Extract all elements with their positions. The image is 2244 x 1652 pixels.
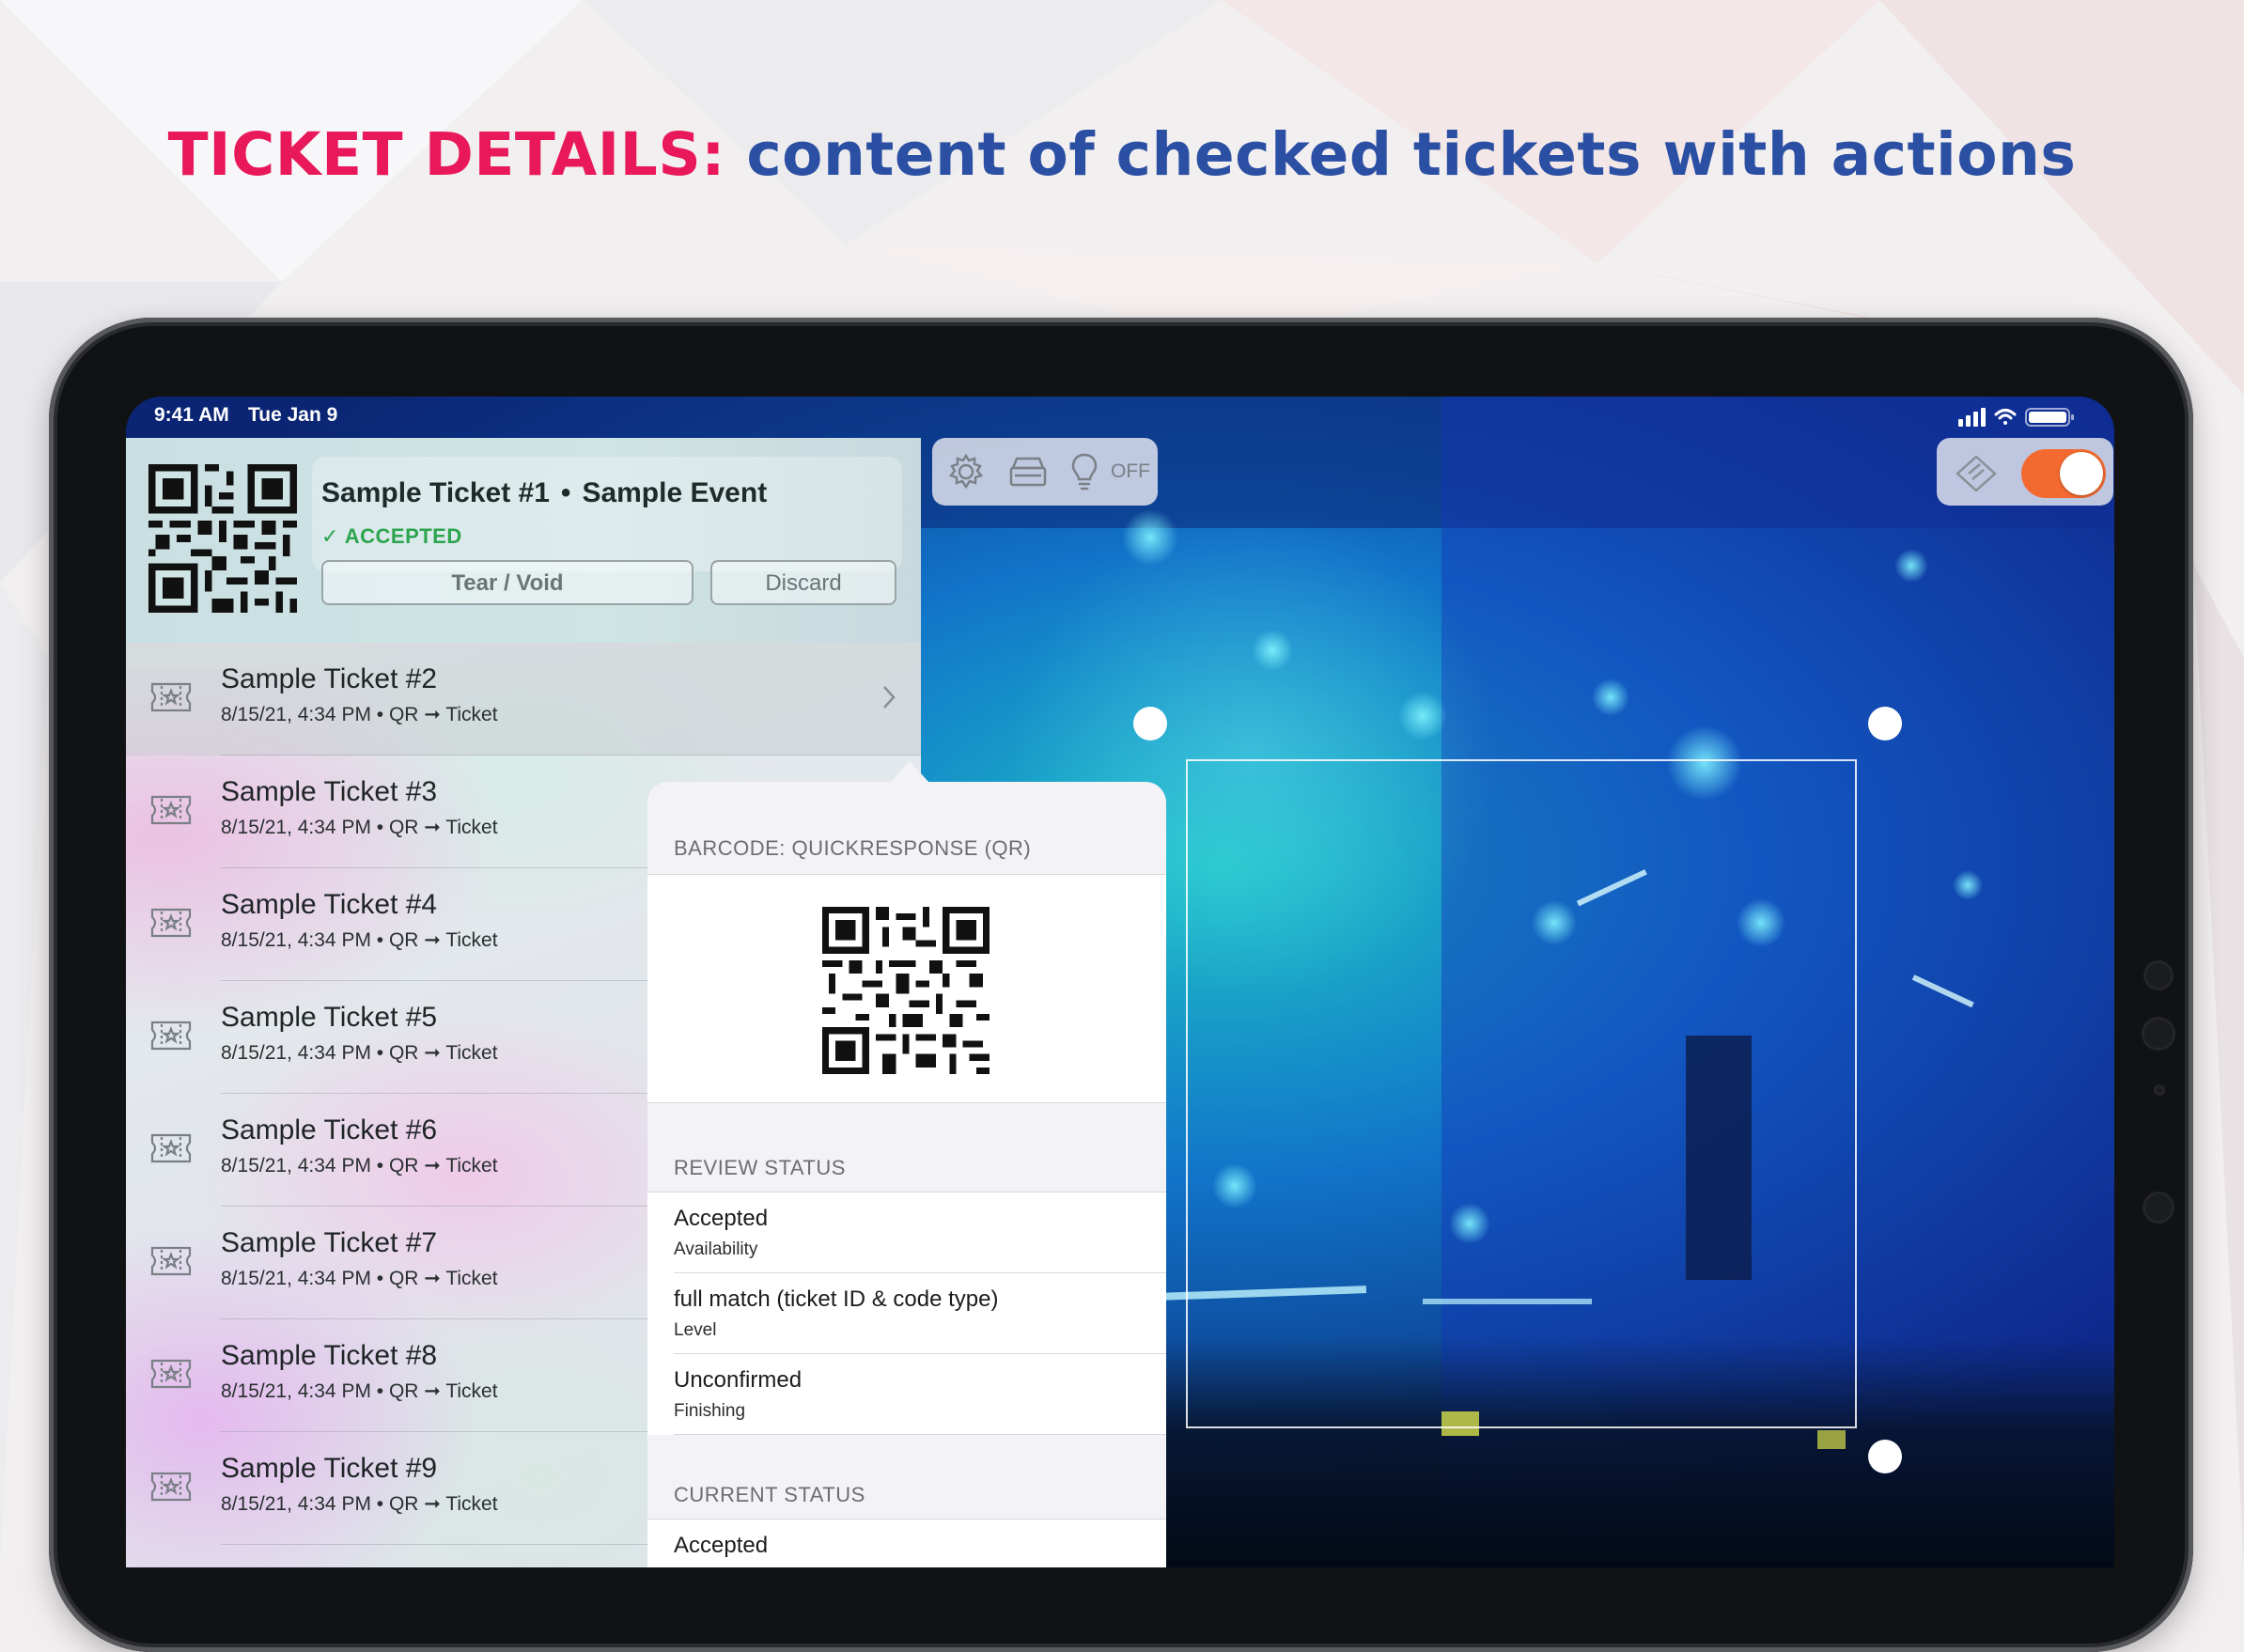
- camera-dot-icon: [2143, 960, 2174, 990]
- ticket-icon: [150, 908, 192, 938]
- battery-icon: [2025, 408, 2074, 427]
- ticket-qr-code: [148, 464, 297, 613]
- ticket-icon: [150, 1472, 192, 1502]
- ticket-title: Sample Ticket #8: [221, 1340, 438, 1371]
- status-cell: Accepted Availability: [647, 1192, 1166, 1273]
- status-label: Availability: [674, 1239, 758, 1259]
- lightbulb-icon[interactable]: [1064, 451, 1105, 492]
- status-cell: full match (ticket ID & code type) Level: [647, 1273, 1166, 1354]
- current-ticket-title: Sample Ticket #1 • Sample Event: [321, 477, 767, 509]
- review-status-list: Accepted Availability full match (ticket I…: [647, 1192, 1166, 1435]
- wifi-icon: [1994, 409, 2017, 425]
- headline-text: content of checked tickets with actions: [746, 120, 2077, 189]
- camera-toolbar: OFF: [932, 438, 1158, 506]
- ticket-icon: [150, 795, 192, 825]
- popover-arrow: [889, 761, 930, 784]
- cell-separator: [674, 1434, 1166, 1435]
- ticket-title: Sample Ticket #2: [221, 663, 438, 694]
- accepted-status: ✓ ACCEPTED: [321, 524, 462, 548]
- status-label: Level: [674, 1320, 717, 1340]
- barcode-header: BARCODE: QUICKRESPONSE (QR): [674, 836, 1032, 860]
- ticket-details-popover: BARCODE: QUICKRESPONSE (QR) REVIEW STATU…: [647, 782, 1166, 1567]
- toggle-knob: [2060, 452, 2103, 495]
- scan-handle-top-right[interactable]: [1868, 707, 1902, 740]
- barcode-section: [647, 874, 1166, 1103]
- ticket-icon: [150, 1133, 192, 1163]
- ticket-subtitle: 8/15/21, 4:34 PM • QR ➞ Ticket: [221, 704, 498, 725]
- ticket-subtitle: 8/15/21, 4:34 PM • QR ➞ Ticket: [221, 1268, 498, 1289]
- current-status-list: AcceptedAvailability: [647, 1519, 1166, 1567]
- gear-icon[interactable]: [945, 451, 987, 492]
- status-value: Accepted: [674, 1206, 769, 1231]
- headline-prefix: TICKET DETAILS:: [167, 120, 725, 189]
- status-label: Finishing: [674, 1401, 746, 1421]
- ticket-icon: [150, 682, 192, 712]
- camera-ring-icon: [2143, 1192, 2174, 1223]
- camera-lens-icon: [2142, 1017, 2175, 1051]
- status-value: Accepted: [674, 1533, 769, 1558]
- tear-void-button[interactable]: Tear / Void: [321, 560, 693, 605]
- discard-button[interactable]: Discard: [710, 560, 896, 605]
- scan-handle-bottom-right[interactable]: [1868, 1440, 1902, 1473]
- ticket-title: Sample Ticket #6: [221, 1114, 438, 1145]
- current-ticket-card: Sample Ticket #1 • Sample Event ✓ ACCEPTED…: [126, 438, 921, 643]
- current-event-name: Sample Event: [582, 477, 768, 508]
- status-value: full match (ticket ID & code type): [674, 1286, 999, 1312]
- ticket-icon: [150, 1246, 192, 1276]
- ticket-title: Sample Ticket #4: [221, 889, 438, 920]
- barcode-qr-code: [822, 907, 990, 1074]
- printer-icon[interactable]: [1007, 451, 1049, 492]
- ticket-subtitle: 8/15/21, 4:34 PM • QR ➞ Ticket: [221, 1042, 498, 1064]
- mode-toggle-switch[interactable]: [2021, 449, 2106, 498]
- ticket-title: Sample Ticket #7: [221, 1227, 438, 1258]
- title-separator: •: [560, 477, 571, 508]
- ticket-icon: [150, 1359, 192, 1389]
- ticket-subtitle: 8/15/21, 4:34 PM • QR ➞ Ticket: [221, 1155, 498, 1177]
- sensor-dot-icon: [2154, 1084, 2165, 1096]
- current-ticket-info: Sample Ticket #1 • Sample Event ✓ ACCEPTED: [312, 457, 902, 571]
- ipad-screen: 9:41 AM Tue Jan 9 Sample Ticket #1 • Sam…: [126, 397, 2114, 1567]
- ticket-row[interactable]: Sample Ticket #2 8/15/21, 4:34 PM • QR ➞ …: [126, 643, 921, 756]
- review-status-header: REVIEW STATUS: [674, 1156, 846, 1179]
- chevron-right-icon: [883, 686, 896, 709]
- status-value: Unconfirmed: [674, 1367, 803, 1393]
- status-time: 9:41 AM: [154, 404, 229, 426]
- ticket-subtitle: 8/15/21, 4:34 PM • QR ➞ Ticket: [221, 1380, 498, 1402]
- current-ticket-name: Sample Ticket #1: [321, 477, 550, 508]
- ticket-title: Sample Ticket #3: [221, 776, 438, 807]
- ticket-title: Sample Ticket #5: [221, 1002, 438, 1033]
- current-status-header: CURRENT STATUS: [674, 1483, 865, 1506]
- ticket-subtitle: 8/15/21, 4:34 PM • QR ➞ Ticket: [221, 817, 498, 838]
- status-date: Tue Jan 9: [248, 404, 338, 426]
- status-cell: AcceptedAvailability: [647, 1520, 1166, 1567]
- ticket-stamp-icon[interactable]: [1954, 453, 2001, 492]
- scan-frame[interactable]: [1186, 759, 1857, 1428]
- light-status-label: OFF: [1111, 460, 1150, 482]
- ticket-icon: [150, 1021, 192, 1051]
- ticket-subtitle: 8/15/21, 4:34 PM • QR ➞ Ticket: [221, 929, 498, 951]
- ticket-title: Sample Ticket #9: [221, 1453, 438, 1484]
- signal-icon: [1958, 408, 1986, 427]
- scan-handle-top-left[interactable]: [1133, 707, 1167, 740]
- mode-toggle-group: [1937, 438, 2113, 506]
- status-cell: Unconfirmed Finishing: [647, 1354, 1166, 1435]
- headline: TICKET DETAILS: content of checked ticke…: [0, 120, 2244, 189]
- ticket-subtitle: 8/15/21, 4:34 PM • QR ➞ Ticket: [221, 1493, 498, 1515]
- status-icons: [1958, 408, 2074, 427]
